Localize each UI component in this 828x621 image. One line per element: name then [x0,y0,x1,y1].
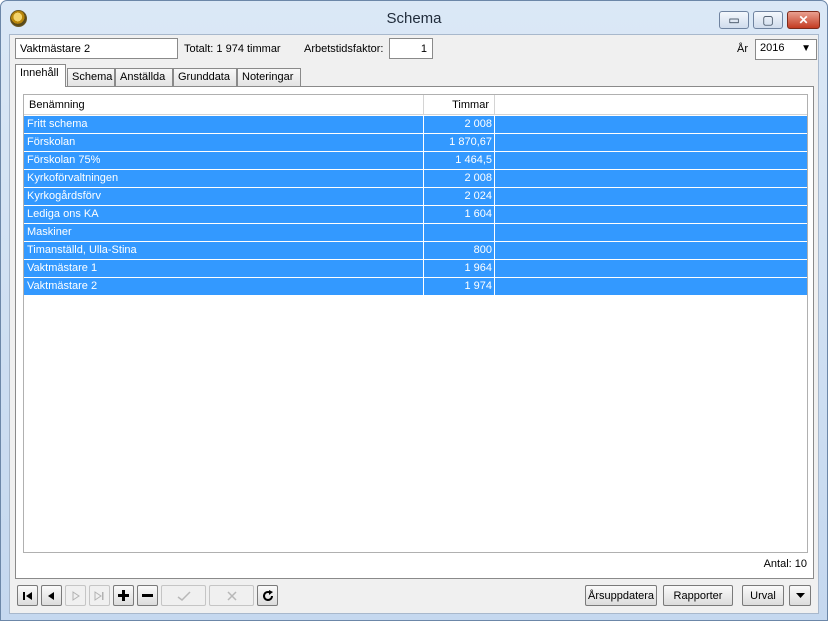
row-hours: 1 964 [424,260,495,277]
table-row[interactable]: Kyrkogårdsförv 2 024 [24,188,807,206]
table-header: Benämning Timmar [24,95,807,115]
checkmark-icon [177,590,191,601]
plus-icon [118,590,129,601]
previous-record-button[interactable] [41,585,62,606]
table-row[interactable]: Vaktmästare 21 974 [24,278,807,296]
bottom-toolbar: Årsuppdatera Rapporter Urval [10,581,818,611]
tab-grunddata[interactable]: Grunddata [173,68,237,86]
table-row[interactable]: Förskolan 75% 1 464,5 [24,152,807,170]
next-record-button[interactable] [65,585,86,606]
year-select[interactable]: 2016 ▼ [755,39,817,60]
tab-schema[interactable]: Schema [67,68,115,86]
column-header-name[interactable]: Benämning [24,95,424,115]
cross-icon [226,590,237,601]
table-row[interactable]: Förskolan 1 870,67 [24,134,807,152]
tab-noteringar[interactable]: Noteringar [237,68,301,86]
chevron-down-icon [795,592,805,598]
last-record-button[interactable] [89,585,110,606]
title-bar[interactable]: Schema ▭ ▢ ✕ [1,1,827,35]
reports-button[interactable]: Rapporter [663,585,733,606]
row-hours: 800 [424,242,495,259]
refresh-button[interactable] [257,585,278,606]
remove-record-button[interactable] [137,585,158,606]
maximize-button[interactable]: ▢ [753,11,783,29]
tab-anstallda[interactable]: Anställda [115,68,173,86]
next-record-icon [72,590,80,601]
row-hours: 2 024 [424,188,495,205]
schedule-name-input[interactable] [15,38,178,59]
schedule-table[interactable]: Benämning Timmar Fritt schema 2 008 Försk… [23,94,808,553]
row-name: Förskolan 75% [24,152,424,169]
year-value: 2016 [760,42,785,54]
year-update-button[interactable]: Årsuppdatera [585,585,657,606]
row-name: Kyrkoförvaltningen [24,170,424,187]
work-factor-input[interactable] [389,38,433,59]
row-hours: 1 464,5 [424,152,495,169]
content-panel: Benämning Timmar Fritt schema 2 008 Försk… [15,86,814,579]
row-hours: 2 008 [424,116,495,133]
confirm-button[interactable] [161,585,206,606]
window-title: Schema [386,10,442,27]
row-hours: 1 604 [424,206,495,223]
row-name: Vaktmästare 1 [24,260,424,277]
close-button[interactable]: ✕ [787,11,820,29]
schema-window: Schema ▭ ▢ ✕ Totalt: 1 974 timmar Arbets… [0,0,828,621]
column-header-hours[interactable]: Timmar [424,95,495,115]
table-row[interactable]: Vaktmästare 11 964 [24,260,807,278]
selection-button[interactable]: Urval [742,585,784,606]
table-row[interactable]: Fritt schema 2 008 [24,116,807,134]
row-hours: 1 870,67 [424,134,495,151]
row-name: Förskolan [24,134,424,151]
previous-record-icon [48,591,54,600]
table-row[interactable]: Lediga ons KA 1 604 [24,206,807,224]
first-record-button[interactable] [17,585,38,606]
row-name: Fritt schema [24,116,424,133]
row-hours: 2 008 [424,170,495,187]
table-row[interactable]: Timanställd, Ulla-Stina 800 [24,242,807,260]
row-hours: 1 974 [424,278,495,295]
total-hours-text: Totalt: 1 974 timmar [184,43,281,55]
first-record-icon [23,591,32,600]
row-hours [424,224,495,241]
table-row[interactable]: Maskiner [24,224,807,242]
row-name: Kyrkogårdsförv [24,188,424,205]
row-name: Lediga ons KA [24,206,424,223]
refresh-icon [262,589,273,601]
cancel-edit-button[interactable] [209,585,254,606]
selection-dropdown-button[interactable] [789,585,811,606]
work-factor-label: Arbetstidsfaktor: [304,43,384,55]
record-count: Antal: 10 [763,558,807,570]
year-label: År [737,43,748,55]
minus-icon [142,594,153,597]
table-row[interactable]: Kyrkoförvaltningen 2 008 [24,170,807,188]
row-name: Vaktmästare 2 [24,278,424,295]
minimize-button[interactable]: ▭ [719,11,749,29]
last-record-icon [94,590,104,601]
chevron-down-icon: ▼ [801,43,811,54]
window-client-area: Totalt: 1 974 timmar Arbetstidsfaktor: Å… [9,34,819,614]
row-name: Maskiner [24,224,424,241]
add-record-button[interactable] [113,585,134,606]
tab-innehall[interactable]: Innehåll [15,64,66,87]
row-name: Timanställd, Ulla-Stina [24,242,424,259]
